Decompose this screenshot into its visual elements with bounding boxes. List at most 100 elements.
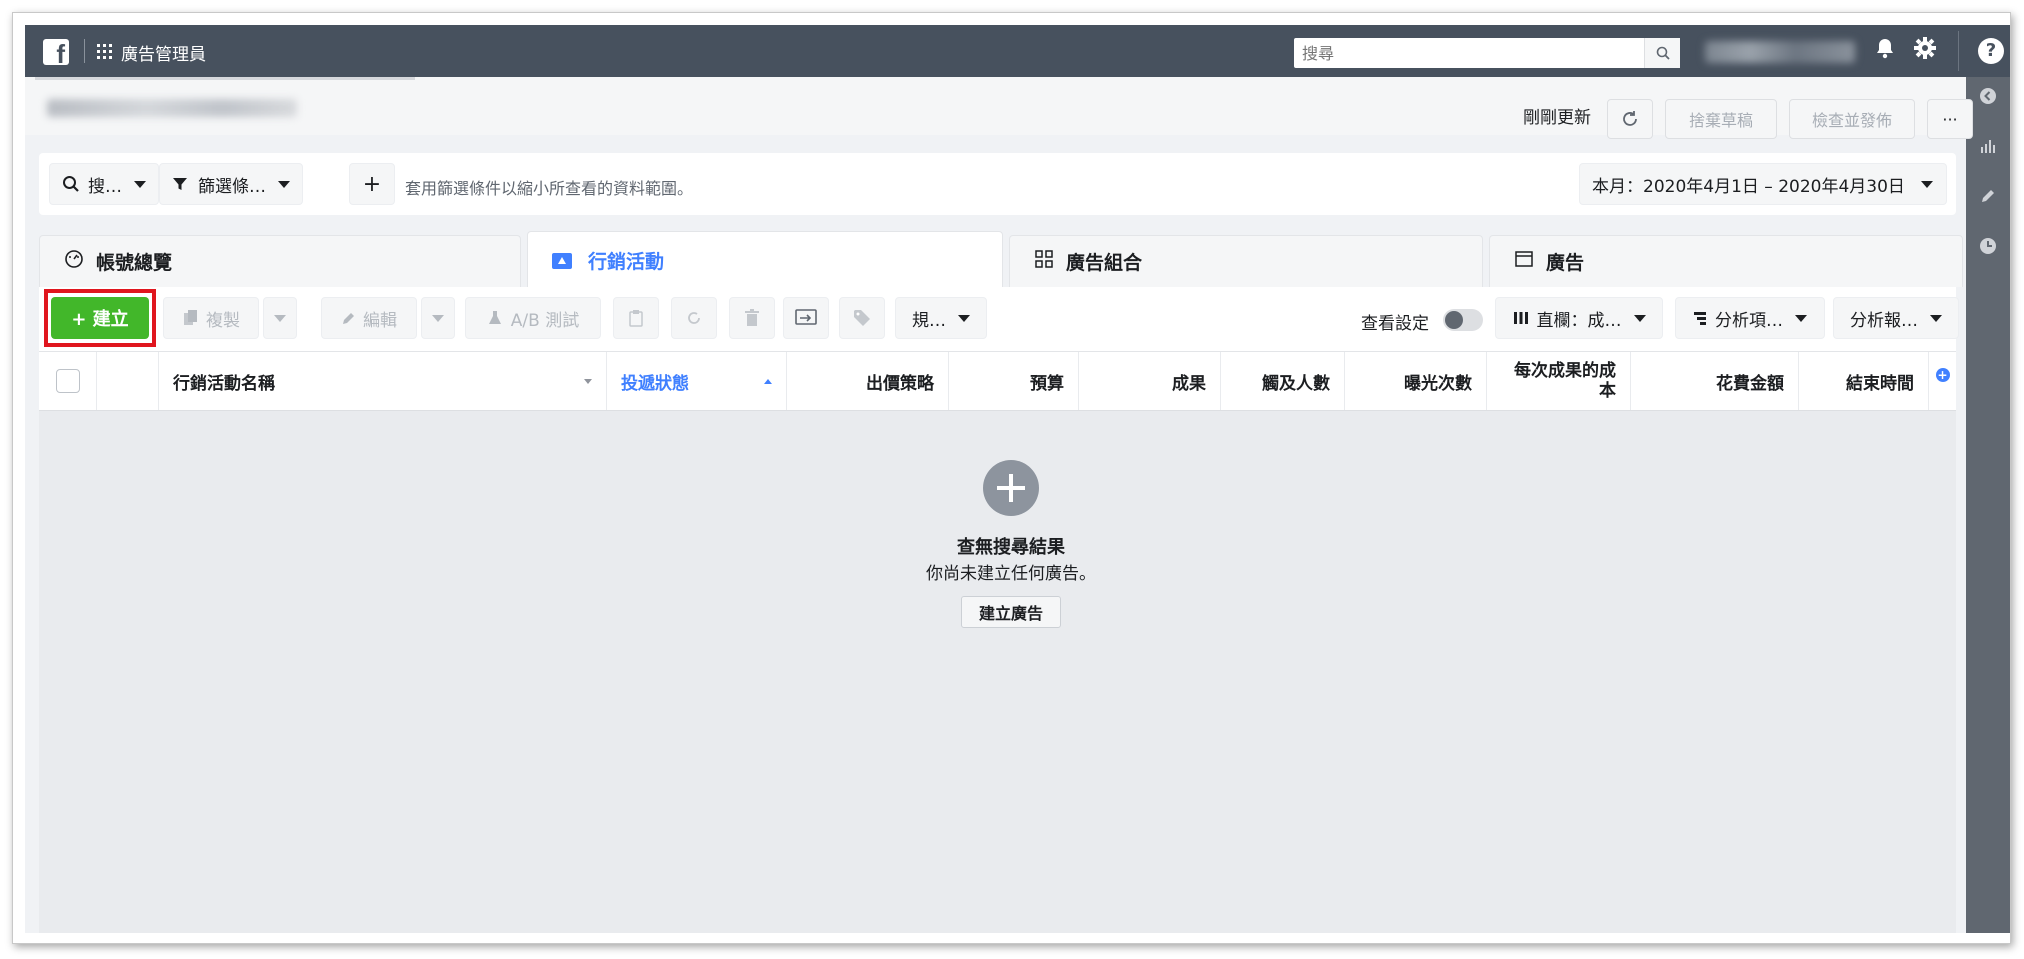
column-header-reach[interactable]: 觸及人數 [1221, 352, 1345, 410]
help-icon[interactable]: ? [1978, 38, 2004, 64]
account-selector[interactable] [47, 99, 297, 117]
edit-button[interactable]: 編輯 [321, 297, 417, 339]
select-all-checkbox[interactable] [55, 369, 80, 393]
tab-ads[interactable]: 廣告 [1489, 235, 1963, 287]
user-avatar[interactable] [1705, 41, 1855, 63]
discard-drafts-button[interactable]: 捨棄草稿 [1665, 99, 1777, 139]
ads-manager-app: f 廣告管理員 ? [25, 25, 2010, 933]
duplicate-label: 複製 [206, 310, 240, 331]
gauge-icon [64, 249, 84, 274]
date-range-picker[interactable]: 本月：2020年4月1日 – 2020年4月30日 [1579, 163, 1947, 205]
app-title[interactable]: 廣告管理員 [121, 40, 206, 65]
empty-state-title: 查無搜尋結果 [957, 537, 1065, 558]
column-header-budget[interactable]: 預算 [949, 352, 1079, 410]
column-header-bid-strategy[interactable]: 出價策略 [787, 352, 949, 410]
plus-circle-icon [983, 460, 1039, 516]
column-header-cost-per-result[interactable]: 每次成果的成本 [1487, 352, 1631, 410]
divider [35, 77, 415, 80]
table-body: 查無搜尋結果 你尚未建立任何廣告。 建立廣告 [39, 411, 1956, 933]
delete-button[interactable] [729, 297, 775, 339]
add-filter-button[interactable]: + [349, 163, 395, 205]
chevron-down-icon [1930, 314, 1942, 322]
column-label: 行銷活動名稱 [173, 373, 275, 394]
gear-icon[interactable] [1911, 37, 1939, 65]
chevron-down-icon [274, 314, 286, 322]
ab-test-button[interactable]: A/B 測試 [465, 297, 601, 339]
refresh-button[interactable] [1607, 99, 1653, 139]
columns-dropdown[interactable]: 直欄：成… [1495, 297, 1663, 339]
undo-button[interactable] [671, 297, 717, 339]
column-label: 投遞狀態 [621, 373, 689, 394]
chart-icon[interactable] [1976, 137, 2000, 161]
create-button[interactable]: + 建立 [51, 297, 149, 339]
undo-icon [688, 312, 700, 324]
chevron-down-icon [1633, 314, 1646, 322]
search-filter-button[interactable]: 搜… [49, 163, 159, 205]
column-header-results[interactable]: 成果 [1079, 352, 1221, 410]
edit-dropdown[interactable] [421, 297, 455, 339]
more-options-button[interactable]: ··· [1927, 99, 1973, 139]
filter-button[interactable]: 篩選條… [159, 163, 303, 205]
rules-label: 規… [912, 310, 946, 331]
column-header-impressions[interactable]: 曝光次數 [1345, 352, 1487, 410]
search-icon [63, 176, 79, 192]
collapse-chevron-icon[interactable] [1976, 87, 2000, 111]
duplicate-dropdown[interactable] [263, 297, 297, 339]
pencil-icon[interactable] [1976, 187, 2000, 211]
review-publish-button[interactable]: 檢查並發佈 [1789, 99, 1915, 139]
columns-icon [1513, 312, 1528, 324]
tag-button[interactable] [839, 297, 885, 339]
add-column-cell: + [1929, 352, 1956, 410]
reports-label: 分析報… [1850, 310, 1918, 331]
sort-caret-icon [584, 378, 592, 384]
column-header-delivery[interactable]: 投遞狀態 [607, 352, 787, 410]
action-toolbar: + 建立 複製 編輯 A/B 測試 規… 查看設定 直欄：成… 分析項… 分析報… [39, 287, 1959, 351]
column-header-amount-spent[interactable]: 花費金額 [1631, 352, 1799, 410]
tab-account-overview[interactable]: 帳號總覽 [39, 235, 521, 287]
search-icon[interactable] [1644, 38, 1680, 68]
view-setup-label: 查看設定 [1361, 314, 1429, 334]
grid-icon[interactable] [97, 44, 112, 59]
rules-dropdown[interactable]: 規… [895, 297, 987, 339]
top-bar: f 廣告管理員 ? [25, 25, 2010, 77]
breakdown-icon [1694, 312, 1706, 325]
column-label: 預算 [1030, 373, 1064, 394]
facebook-logo-icon[interactable]: f [43, 39, 69, 65]
tab-ad-sets[interactable]: 廣告組合 [1009, 235, 1483, 287]
bell-icon[interactable] [1871, 37, 1899, 65]
column-label: 觸及人數 [1262, 373, 1330, 394]
trash-icon [745, 309, 759, 326]
reports-dropdown[interactable]: 分析報… [1833, 297, 1959, 339]
add-column-icon[interactable]: + [1935, 368, 1950, 382]
chevron-down-icon [278, 180, 290, 188]
search-filter-label: 搜… [88, 176, 122, 197]
clock-icon[interactable] [1976, 237, 2000, 261]
select-all-checkbox-cell [39, 352, 97, 410]
breakdown-dropdown[interactable]: 分析項… [1675, 297, 1825, 339]
column-header-campaign-name[interactable]: 行銷活動名稱 [159, 352, 607, 410]
preview-button[interactable] [783, 297, 829, 339]
filter-bar: 搜… 篩選條… + 套用篩選條件以縮小所查看的資料範圍。 本月：2020年4月1… [39, 153, 1956, 215]
tab-label: 帳號總覽 [96, 252, 173, 274]
clipboard-button[interactable] [613, 297, 659, 339]
view-setup-toggle[interactable] [1443, 309, 1483, 331]
duplicate-button[interactable]: 複製 [163, 297, 259, 339]
breakdown-label: 分析項… [1715, 310, 1783, 331]
grid-squares-icon [1034, 249, 1054, 274]
create-ad-button[interactable]: 建立廣告 [961, 596, 1061, 628]
table-header: 行銷活動名稱 投遞狀態 出價策略 預算 成果 觸及人數 曝光次數 每次成果的成本… [39, 351, 1956, 411]
tab-label: 廣告組合 [1066, 252, 1143, 274]
column-label: 成果 [1172, 373, 1206, 394]
ab-test-label: A/B 測試 [510, 310, 580, 331]
column-header-ends[interactable]: 結束時間 [1799, 352, 1929, 410]
chevron-down-icon [432, 314, 444, 322]
filter-hint: 套用篩選條件以縮小所查看的資料範圍。 [405, 179, 694, 198]
date-range-label: 本月：2020年4月1日 – 2020年4月30日 [1592, 176, 1905, 197]
tab-campaigns[interactable]: 行銷活動 [527, 231, 1003, 289]
funnel-icon [173, 178, 187, 190]
sort-ascending-icon [764, 378, 772, 384]
search-input[interactable] [1294, 38, 1644, 68]
column-label: 曝光次數 [1404, 373, 1472, 394]
tab-label: 行銷活動 [588, 251, 665, 273]
chevron-down-icon [1795, 314, 1807, 322]
